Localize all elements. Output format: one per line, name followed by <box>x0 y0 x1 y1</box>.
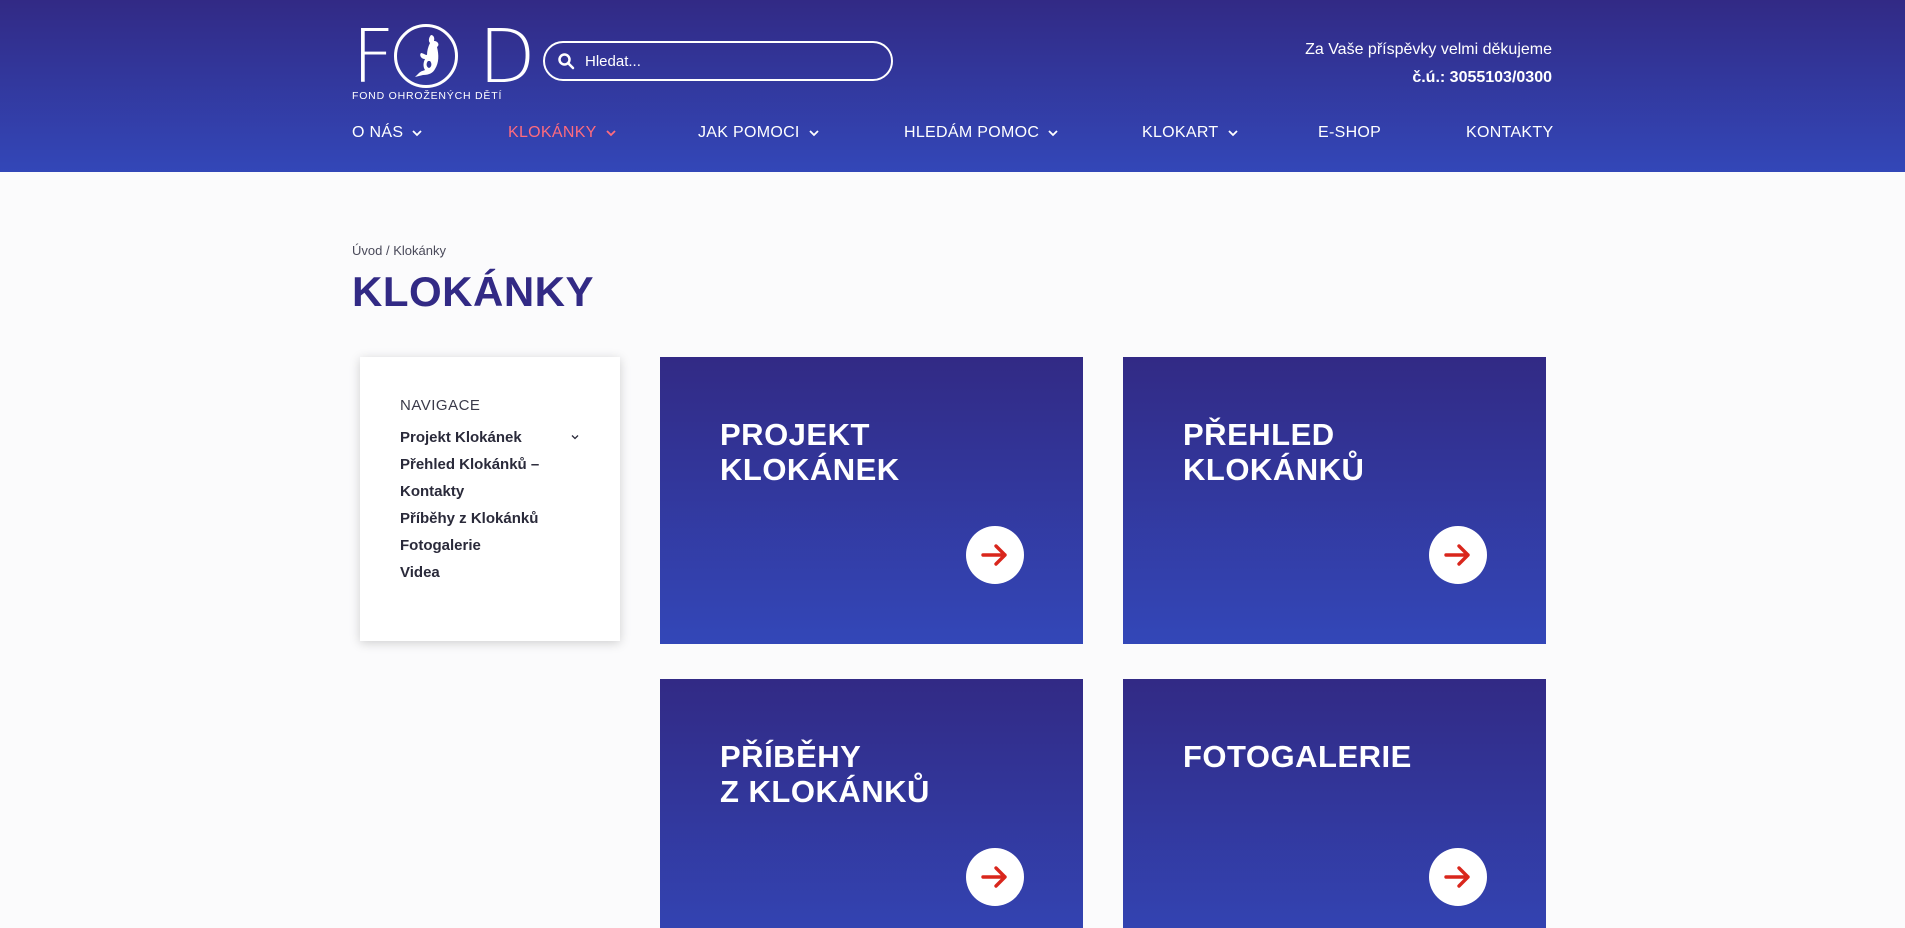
chevron-down-icon <box>412 130 422 137</box>
chevron-down-icon <box>809 130 819 137</box>
sidenav-item-label: Příběhy z Klokánků <box>400 510 539 527</box>
arrow-right-icon[interactable] <box>1429 848 1487 906</box>
donation-info: Za Vaše příspěvky velmi děkujeme č.ú.: 3… <box>1305 36 1552 92</box>
kangaroo-logo-icon <box>394 24 458 88</box>
site-logo[interactable]: F D FOND OHROŽENÝCH DĚTÍ <box>352 20 536 104</box>
tile-title: PŘÍBĚHY Z KLOKÁNKŮ <box>720 739 930 809</box>
sidenav-item-label: Přehled Klokánků – Kontakty <box>400 456 540 500</box>
breadcrumb-current: Klokánky <box>393 243 446 258</box>
side-navigation: NAVIGACE Projekt Klokánek Přehled Klokán… <box>360 357 620 641</box>
search-input[interactable] <box>585 43 880 79</box>
search-icon[interactable] <box>557 52 575 70</box>
tile-pribehy-z-klokanku[interactable]: PŘÍBĚHY Z KLOKÁNKŮ <box>660 679 1083 928</box>
nav-item-hledam-pomoc[interactable]: HLEDÁM POMOC <box>904 124 1059 142</box>
chevron-down-icon[interactable] <box>570 432 580 442</box>
tile-projekt-klokanek[interactable]: PROJEKT KLOKÁNEK <box>660 357 1083 644</box>
nav-item-o-nas[interactable]: O NÁS <box>352 124 423 142</box>
sidenav-item-label: Fotogalerie <box>400 537 481 554</box>
main-nav: O NÁS KLOKÁNKY JAK POMOCI HLEDÁM POMOC K… <box>352 124 1553 148</box>
nav-item-label: KLOKART <box>1142 124 1219 141</box>
breadcrumb-separator: / <box>385 243 390 258</box>
nav-item-label: O NÁS <box>352 124 404 141</box>
donation-thanks-text: Za Vaše příspěvky velmi děkujeme <box>1305 41 1552 58</box>
chevron-down-icon <box>1048 130 1058 137</box>
nav-item-label: KLOKÁNKY <box>508 124 597 141</box>
nav-item-label: E-SHOP <box>1318 124 1382 141</box>
arrow-right-icon[interactable] <box>966 526 1024 584</box>
tile-prehled-klokanku[interactable]: PŘEHLED KLOKÁNKŮ <box>1123 357 1546 644</box>
sidenav-item-label: Projekt Klokánek <box>400 429 522 446</box>
nav-item-label: JAK POMOCI <box>698 124 800 141</box>
bank-account-number: č.ú.: 3055103/0300 <box>1412 69 1552 86</box>
search-box <box>543 41 893 81</box>
nav-item-e-shop[interactable]: E-SHOP <box>1318 124 1381 142</box>
tile-title: FOTOGALERIE <box>1183 739 1412 774</box>
nav-item-label: KONTAKTY <box>1466 124 1554 141</box>
sidenav-item-pribehy[interactable]: Příběhy z Klokánků <box>400 505 580 532</box>
chevron-down-icon <box>1227 130 1238 137</box>
chevron-down-icon <box>606 130 616 137</box>
sidenav-item-label: Videa <box>400 564 440 581</box>
logo-subtitle: FOND OHROŽENÝCH DĚTÍ <box>352 90 503 102</box>
tile-fotogalerie[interactable]: FOTOGALERIE <box>1123 679 1546 928</box>
sidenav-item-projekt-klokanek[interactable]: Projekt Klokánek <box>400 424 580 451</box>
nav-item-klokanky[interactable]: KLOKÁNKY <box>508 124 617 142</box>
sidenav-item-videa[interactable]: Videa <box>400 559 580 586</box>
nav-item-label: HLEDÁM POMOC <box>904 124 1040 141</box>
breadcrumb: Úvod / Klokánky <box>352 243 446 258</box>
arrow-right-icon[interactable] <box>966 848 1024 906</box>
nav-item-klokart[interactable]: KLOKART <box>1142 124 1239 142</box>
side-navigation-heading: NAVIGACE <box>400 397 481 414</box>
tile-title: PROJEKT KLOKÁNEK <box>720 417 900 487</box>
nav-item-jak-pomoci[interactable]: JAK POMOCI <box>698 124 820 142</box>
arrow-right-icon[interactable] <box>1429 526 1487 584</box>
tile-title: PŘEHLED KLOKÁNKŮ <box>1183 417 1365 487</box>
breadcrumb-home-link[interactable]: Úvod <box>352 243 382 258</box>
site-header: F D FOND OHROŽENÝCH DĚTÍ Za Vaše příspěv… <box>0 0 1905 172</box>
nav-item-kontakty[interactable]: KONTAKTY <box>1466 124 1553 142</box>
sidenav-item-fotogalerie[interactable]: Fotogalerie <box>400 532 580 559</box>
sidenav-item-prehled-klokanku[interactable]: Přehled Klokánků – Kontakty <box>400 451 560 505</box>
page-title: KLOKÁNKY <box>352 268 594 315</box>
